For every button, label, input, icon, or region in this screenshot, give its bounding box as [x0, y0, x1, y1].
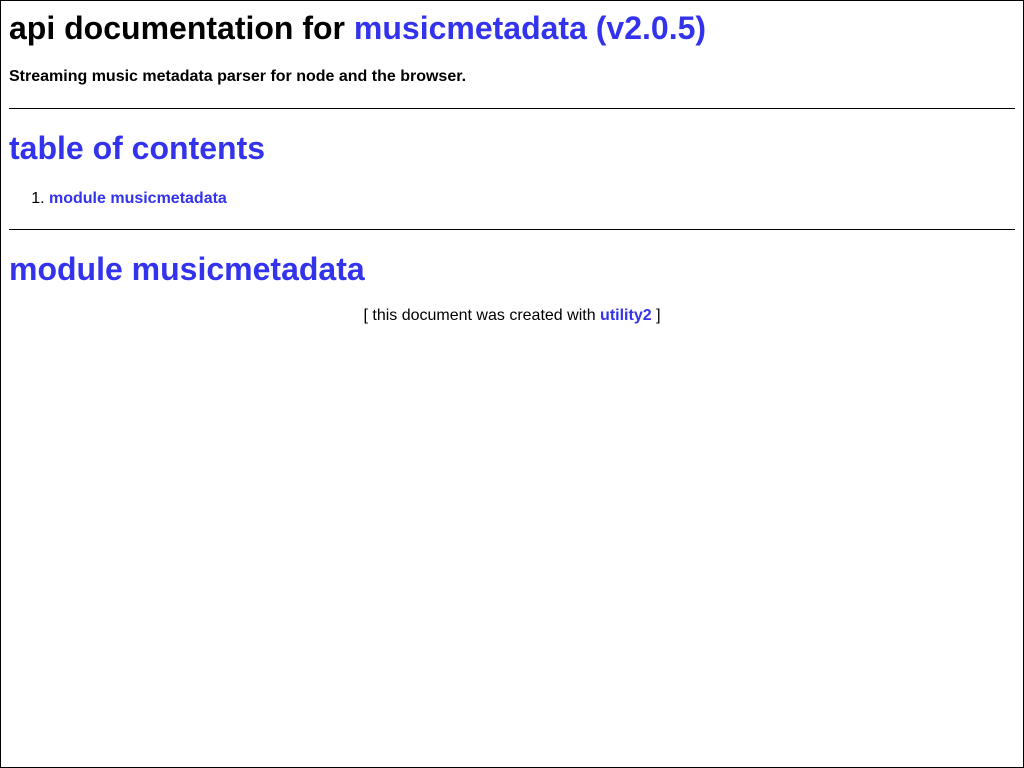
toc-heading-link[interactable]: table of contents: [9, 130, 265, 166]
module-heading[interactable]: module musicmetadata: [9, 250, 1015, 288]
toc-list: module musicmetadata: [9, 189, 1015, 209]
divider: [9, 229, 1015, 230]
toc-heading[interactable]: table of contents: [9, 129, 1015, 167]
package-link[interactable]: musicmetadata (v2.0.5): [354, 10, 706, 46]
footer-suffix: ]: [656, 307, 661, 324]
toc-item: module musicmetadata: [49, 189, 1015, 209]
divider: [9, 108, 1015, 109]
page-title: api documentation for musicmetadata (v2.…: [9, 1, 1015, 47]
page-title-prefix: api documentation for: [9, 10, 345, 46]
package-description: Streaming music metadata parser for node…: [9, 68, 467, 85]
footer-prefix: [ this document was created with: [363, 307, 596, 324]
module-heading-link[interactable]: module musicmetadata: [9, 251, 365, 287]
document-page: api documentation for musicmetadata (v2.…: [0, 0, 1024, 768]
toc-item-link[interactable]: module musicmetadata: [49, 190, 227, 207]
utility2-link[interactable]: utility2: [600, 307, 652, 324]
footer-credit: [ this document was created with utility…: [9, 306, 1015, 326]
